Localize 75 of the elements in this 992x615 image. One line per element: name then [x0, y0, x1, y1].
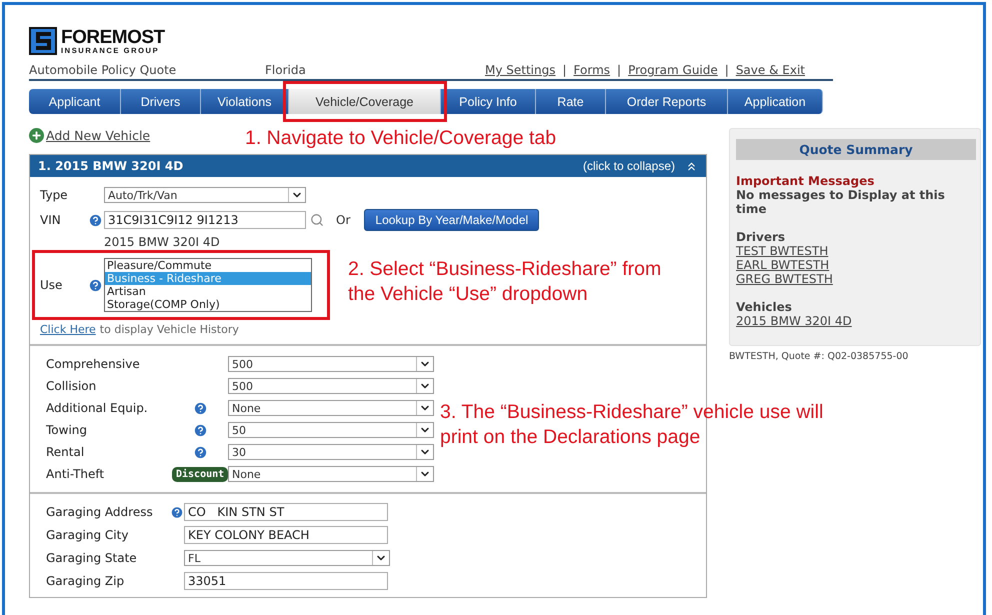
- state-label: Florida: [265, 63, 307, 77]
- coverage-select[interactable]: None: [228, 400, 434, 416]
- drivers-heading: Drivers: [736, 230, 786, 244]
- logo-name: FOREMOST: [61, 28, 165, 47]
- history-text: to display Vehicle History: [100, 323, 239, 336]
- header-link[interactable]: Program Guide: [628, 63, 718, 77]
- annotation-text: 2. Select “Business-Rideshare” from the Vehicle “Use” dropdown: [348, 257, 662, 307]
- link-separator: |: [562, 63, 567, 77]
- help-icon[interactable]: [88, 212, 103, 228]
- state-select[interactable]: FL: [184, 550, 390, 566]
- add-vehicle-link[interactable]: Add New Vehicle: [29, 128, 150, 143]
- help-icon[interactable]: [192, 400, 208, 416]
- annotation-text: 3. The “Business-Rideshare” vehicle use will print on the Declarations page: [440, 400, 824, 450]
- field-label: Use: [40, 278, 64, 292]
- summary-title: Quote Summary: [736, 139, 976, 160]
- help-icon[interactable]: [88, 278, 103, 292]
- garaging-label: Garaging State: [46, 551, 138, 565]
- nav-tab[interactable]: Application: [728, 89, 823, 114]
- coverage-select[interactable]: 500: [228, 378, 434, 394]
- link-separator: |: [724, 63, 729, 77]
- logo-icon: [29, 27, 57, 55]
- header-link[interactable]: Save & Exit: [736, 63, 805, 77]
- vin-field[interactable]: 31C9I31C9I12 9I1213: [104, 211, 306, 229]
- field-label: Type: [40, 188, 69, 202]
- coverage-label: Anti-Theft: [46, 467, 106, 481]
- garaging-field[interactable]: KEY COLONY BEACH: [184, 526, 388, 544]
- coverage-label: Rental: [46, 445, 86, 459]
- link-separator: |: [617, 63, 622, 77]
- annotation-text: 1. Navigate to Vehicle/Coverage tab: [245, 126, 558, 151]
- coverage-select[interactable]: 50: [228, 422, 434, 438]
- garaging-field[interactable]: CO KIN STN ST: [184, 503, 388, 521]
- use-listbox[interactable]: Pleasure/Commute Business - Rideshare Artisan Storage(COMP Only): [104, 258, 312, 312]
- garaging-label: Garaging City: [46, 528, 130, 542]
- or-text: Or: [336, 213, 350, 227]
- driver-link[interactable]: GREG BWTESTH: [736, 272, 833, 286]
- header-link[interactable]: My Settings: [485, 63, 556, 77]
- search-icon[interactable]: [310, 213, 324, 227]
- nav-tab[interactable]: Violations: [201, 89, 289, 114]
- nav-tab[interactable]: Drivers: [121, 89, 201, 114]
- driver-link[interactable]: TEST BWTESTH: [736, 244, 828, 258]
- discount-badge: Discount: [172, 466, 228, 482]
- coverage-select[interactable]: 500: [228, 356, 434, 372]
- help-icon[interactable]: [192, 422, 208, 438]
- help-icon[interactable]: [192, 444, 208, 460]
- field-label: VIN: [40, 213, 62, 227]
- plus-icon: [29, 128, 44, 143]
- help-icon[interactable]: [170, 504, 184, 520]
- message-text: No messages to Display at this time: [736, 188, 946, 216]
- nav-tab[interactable]: Applicant: [29, 89, 121, 114]
- driver-link[interactable]: EARL BWTESTH: [736, 258, 830, 272]
- lookup-button[interactable]: Lookup By Year/Make/Model: [364, 209, 540, 231]
- coverage-select[interactable]: 30: [228, 444, 434, 460]
- nav-tab[interactable]: Rate: [536, 89, 606, 114]
- nav-tab[interactable]: Vehicle/Coverage: [289, 89, 441, 114]
- coverage-select[interactable]: None: [228, 466, 434, 482]
- vehicle-link[interactable]: 2015 BMW 320I 4D: [736, 314, 852, 328]
- header-link[interactable]: Forms: [574, 63, 610, 77]
- quote-number: BWTESTH, Quote #: Q02-0385755-00: [729, 351, 910, 362]
- vehicle-description: 2015 BMW 320I 4D: [104, 235, 221, 249]
- garaging-label: Garaging Zip: [46, 574, 126, 588]
- page-title: Automobile Policy Quote: [29, 63, 178, 77]
- vehicles-heading: Vehicles: [736, 300, 793, 314]
- vehicle-title: 1. 2015 BMW 320I 4D: [38, 159, 184, 173]
- coverage-label: Comprehensive: [46, 357, 141, 371]
- coverage-label: Collision: [46, 379, 98, 393]
- coverage-label: Additional Equip.: [46, 401, 149, 415]
- messages-heading: Important Messages: [736, 174, 876, 188]
- type-select[interactable]: Auto/Trk/Van: [104, 187, 306, 203]
- coverage-label: Towing: [46, 423, 88, 437]
- nav-tab[interactable]: Policy Info: [441, 89, 536, 114]
- collapse-toggle[interactable]: (click to collapse): [582, 159, 698, 173]
- garaging-label: Garaging Address: [46, 505, 154, 519]
- nav-tab[interactable]: Order Reports: [606, 89, 728, 114]
- garaging-field[interactable]: 33051: [184, 572, 388, 590]
- history-link[interactable]: Click Here: [40, 323, 96, 336]
